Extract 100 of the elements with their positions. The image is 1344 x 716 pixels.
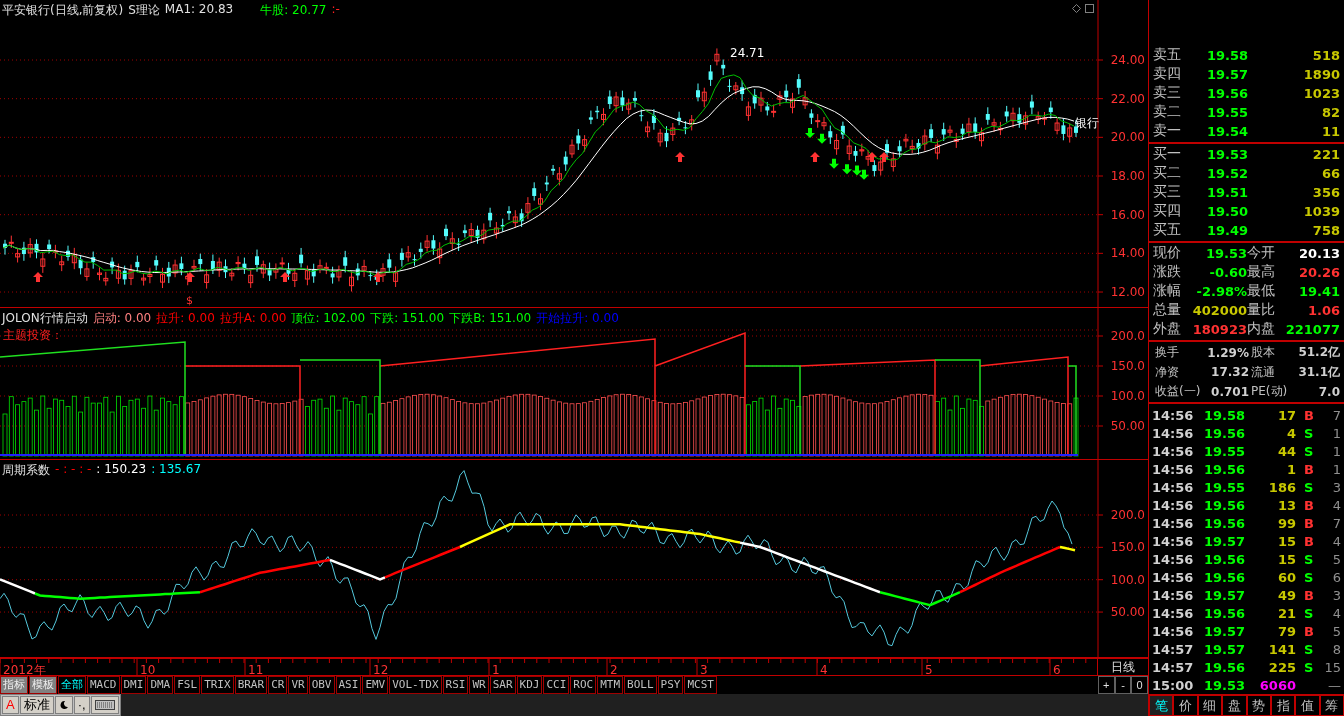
- axis-label: 18.00: [1110, 169, 1145, 183]
- order-level-label: 买四: [1153, 202, 1182, 221]
- indicator-tab[interactable]: SAR: [489, 676, 516, 694]
- axis-label: 20.00: [1110, 130, 1145, 145]
- indicator-tab[interactable]: EMV: [362, 676, 389, 694]
- indicator-tab[interactable]: WR: [469, 676, 489, 694]
- fundamental-label: 收益(一): [1154, 383, 1202, 401]
- detail-tab[interactable]: 盘: [1222, 695, 1247, 716]
- indicator-tab[interactable]: ROC: [570, 676, 597, 694]
- indicator-value: : 150.23: [96, 462, 147, 478]
- date-label: 3: [700, 663, 708, 677]
- trade-price: 19.56: [1204, 461, 1247, 477]
- quote-label: 今开: [1247, 244, 1276, 263]
- order-volume: 11: [1320, 123, 1340, 139]
- trade-time: 15:00: [1152, 677, 1195, 693]
- detail-tab[interactable]: 笔: [1149, 695, 1174, 716]
- detail-tab[interactable]: 细: [1197, 695, 1223, 716]
- zoom-button[interactable]: 0: [1131, 676, 1148, 694]
- indicator-tab[interactable]: DMA: [147, 676, 174, 694]
- date-label: 11: [248, 663, 264, 677]
- indicator-tab[interactable]: OBV: [308, 676, 335, 694]
- trade-time: 14:56: [1152, 605, 1195, 621]
- indicator-tab[interactable]: MACD: [87, 676, 120, 694]
- indicator-value: 启动: 0.00: [92, 310, 152, 327]
- indicator-tab[interactable]: MCST: [684, 676, 717, 694]
- trade-volume: 17: [1276, 407, 1296, 423]
- order-price: 19.55: [1207, 104, 1250, 120]
- trade-price: 19.57: [1204, 623, 1247, 639]
- trade-price: 19.56: [1204, 569, 1247, 585]
- trade-volume: 44: [1276, 443, 1296, 459]
- chart-title: 平安银行(日线,前复权): [2, 2, 124, 19]
- bull-value: 牛股: 20.77: [260, 2, 327, 19]
- trade-volume: 225: [1267, 659, 1296, 675]
- order-price: 19.54: [1207, 123, 1250, 139]
- order-price: 19.53: [1207, 146, 1250, 162]
- indicator-tab[interactable]: 指标: [0, 676, 28, 694]
- trade-side: S: [1304, 659, 1314, 675]
- detail-tab[interactable]: 指: [1270, 695, 1296, 716]
- order-volume: 356: [1311, 184, 1340, 200]
- trade-count: 3: [1331, 587, 1341, 603]
- indicator-tab[interactable]: VOL-TDX: [389, 676, 442, 694]
- indicator-name: S理论: [128, 2, 160, 19]
- indicator-tab[interactable]: CCI: [543, 676, 570, 694]
- ime-mode-button[interactable]: 标准: [19, 696, 54, 714]
- indicator-tab[interactable]: PSY: [657, 676, 684, 694]
- detail-tab[interactable]: 势: [1246, 695, 1271, 716]
- trade-count: 7: [1331, 515, 1341, 531]
- indicator-tab[interactable]: BOLL: [624, 676, 657, 694]
- indicator-tab[interactable]: KDJ: [516, 676, 543, 694]
- ime-punctuation-button[interactable]: ·,: [73, 696, 90, 714]
- trade-volume: 60: [1276, 569, 1296, 585]
- axis-label: 100.0: [1110, 572, 1145, 587]
- order-level-label: 买五: [1153, 221, 1182, 240]
- indicator-name: JOLON行情启动: [2, 310, 88, 327]
- order-level-label: 卖二: [1153, 103, 1182, 122]
- trade-price: 19.57: [1204, 587, 1247, 603]
- trade-time: 14:56: [1152, 479, 1195, 495]
- date-label: 2: [610, 663, 618, 677]
- indicator-name: 周期系数: [2, 462, 50, 479]
- indicator-tab[interactable]: BRAR: [234, 676, 268, 694]
- trade-volume: 99: [1276, 515, 1296, 531]
- quote-label: 最低: [1247, 282, 1276, 301]
- quote-value: 402000: [1191, 302, 1247, 318]
- axis-label: 24.00: [1110, 53, 1145, 67]
- trade-side: B: [1304, 533, 1314, 549]
- subtitle: 主题投资：: [3, 328, 63, 342]
- indicator-tab[interactable]: FSL: [174, 676, 201, 694]
- signal-value: :-: [331, 2, 340, 18]
- date-label: 4: [820, 663, 828, 677]
- detail-tab[interactable]: 筹: [1319, 695, 1344, 716]
- quote-label: 涨幅: [1153, 282, 1182, 301]
- indicator-tab[interactable]: DMI: [120, 676, 147, 694]
- indicator-tab[interactable]: 全部: [58, 676, 86, 694]
- indicator-tab[interactable]: VR: [288, 676, 308, 694]
- fundamental-value: 51.2亿: [1297, 344, 1340, 362]
- indicator-tab[interactable]: TRIX: [201, 676, 234, 694]
- trade-volume: 15: [1276, 533, 1296, 549]
- trade-count: 4: [1331, 605, 1341, 621]
- indicator-tab[interactable]: MTM: [597, 676, 624, 694]
- indicator-tab[interactable]: 模板: [29, 676, 57, 694]
- order-price: 19.58: [1207, 47, 1250, 63]
- fundamental-value: 7.0: [1317, 384, 1340, 399]
- quote-label: 现价: [1153, 244, 1182, 263]
- trade-count: 8: [1331, 641, 1341, 657]
- indicator-tab[interactable]: ASI: [335, 676, 362, 694]
- indicator-value: : 135.67: [151, 462, 202, 478]
- order-volume: 518: [1311, 47, 1340, 63]
- detail-tab[interactable]: 价: [1173, 695, 1198, 716]
- trade-count: 4: [1331, 497, 1341, 513]
- trade-time: 14:56: [1152, 443, 1195, 459]
- fundamental-value: 0.701: [1210, 384, 1249, 399]
- zoom-button[interactable]: +: [1098, 676, 1115, 694]
- indicator-tab[interactable]: CR: [268, 676, 288, 694]
- detail-tab[interactable]: 值: [1295, 695, 1320, 716]
- indicator-tab[interactable]: RSI: [442, 676, 469, 694]
- trade-price: 19.57: [1204, 533, 1247, 549]
- trade-count: 7: [1331, 407, 1341, 423]
- trade-time: 14:57: [1152, 641, 1195, 657]
- trade-volume: 15: [1276, 551, 1296, 567]
- order-price: 19.57: [1207, 66, 1250, 82]
